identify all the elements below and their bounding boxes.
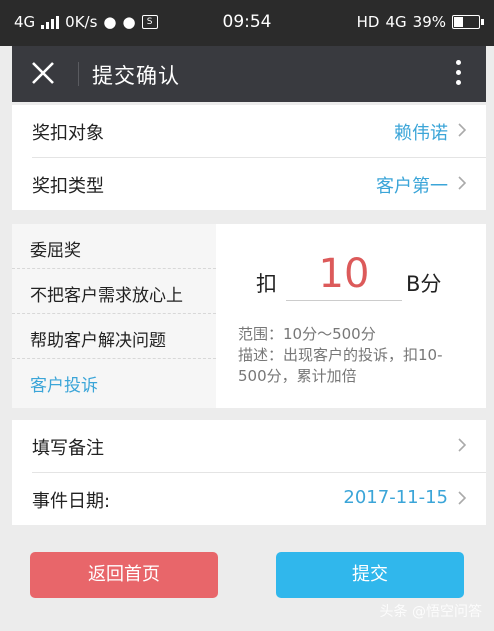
range-text: 范围：10分～500分	[238, 325, 376, 343]
type-item-label: 不把客户需求放心上	[30, 286, 183, 306]
app-bar: 提交确认	[12, 46, 486, 102]
type-item[interactable]: 帮助客户解决问题	[12, 314, 216, 359]
amount-input[interactable]: 10	[286, 248, 402, 301]
row-type-value: 客户第一	[376, 176, 448, 197]
target-panel: 奖扣对象 赖伟诺 奖扣类型 客户第一	[12, 105, 486, 210]
chevron-right-icon	[458, 176, 466, 190]
app-bar-divider	[78, 62, 79, 86]
page-title: 提交确认	[92, 64, 180, 88]
chevron-right-icon	[458, 123, 466, 137]
watermark: 头条 @悟空问答	[379, 604, 482, 620]
extra-panel: 填写备注 事件日期: 2017-11-15	[12, 420, 486, 525]
type-item[interactable]: 不把客户需求放心上	[12, 269, 216, 314]
row-date-label: 事件日期:	[32, 491, 111, 512]
type-panel: 委屈奖 不把客户需求放心上 帮助客户解决问题 客户投诉 扣 10 B分 范围：1…	[12, 224, 486, 408]
battery-icon	[452, 15, 484, 29]
row-target-value: 赖伟诺	[394, 123, 448, 144]
type-item-label: 帮助客户解决问题	[30, 331, 166, 351]
network-right-label: 4G	[385, 13, 407, 31]
row-type-label: 奖扣类型	[32, 176, 104, 197]
row-target-label: 奖扣对象	[32, 123, 104, 144]
row-date[interactable]: 事件日期: 2017-11-15	[12, 473, 486, 525]
hd-label: HD	[356, 13, 380, 31]
status-bar: 4G 0K/s ● ● S 09:54 HD 4G 39%	[0, 0, 494, 46]
type-item[interactable]: 客户投诉	[12, 359, 216, 403]
more-icon[interactable]	[456, 60, 462, 88]
amount-description: 范围：10分～500分 描述：出现客户的投诉，扣10-500分，累计加倍	[238, 324, 468, 387]
status-right: HD 4G 39%	[356, 13, 484, 31]
battery-percent: 39%	[412, 13, 446, 31]
submit-button[interactable]: 提交	[276, 552, 464, 598]
row-type[interactable]: 奖扣类型 客户第一	[12, 158, 486, 210]
description-text: 描述：出现客户的投诉，扣10-500分，累计加倍	[238, 346, 443, 385]
type-item[interactable]: 委屈奖	[12, 224, 216, 269]
row-date-value: 2017-11-15	[343, 487, 448, 508]
chevron-right-icon	[458, 491, 466, 505]
row-target[interactable]: 奖扣对象 赖伟诺	[12, 105, 486, 157]
type-item-label: 委屈奖	[30, 241, 81, 261]
row-remark-label: 填写备注	[32, 438, 104, 459]
amount-prefix: 扣	[256, 272, 277, 296]
amount-area: 扣 10 B分 范围：10分～500分 描述：出现客户的投诉，扣10-500分，…	[216, 224, 486, 408]
type-list: 委屈奖 不把客户需求放心上 帮助客户解决问题 客户投诉	[12, 224, 216, 408]
chevron-right-icon	[458, 438, 466, 452]
close-icon[interactable]	[30, 60, 56, 86]
type-item-label: 客户投诉	[30, 376, 98, 396]
row-remark[interactable]: 填写备注	[12, 420, 486, 472]
amount-unit: B分	[406, 272, 442, 296]
back-home-button[interactable]: 返回首页	[30, 552, 218, 598]
